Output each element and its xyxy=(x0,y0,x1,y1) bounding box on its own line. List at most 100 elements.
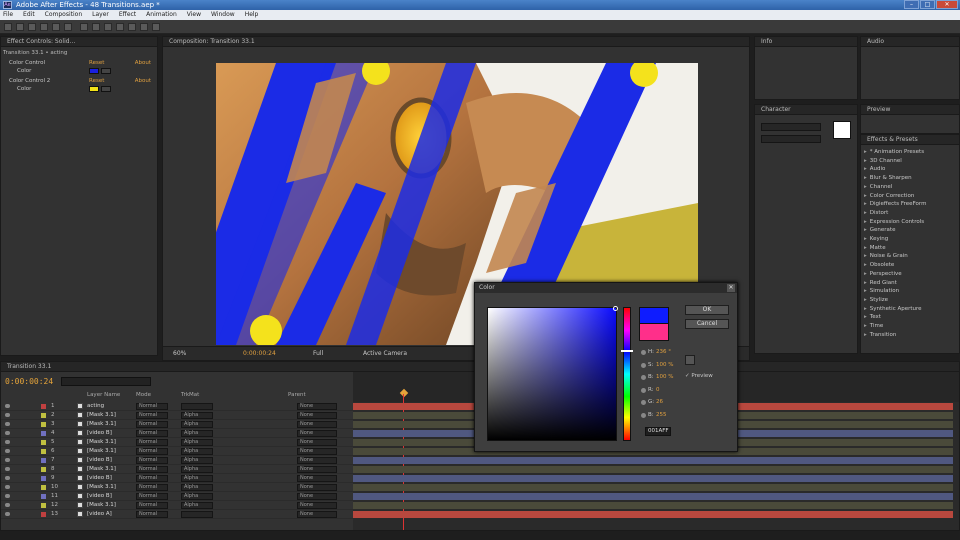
track-matte-dropdown[interactable]: Alpha xyxy=(181,457,213,464)
visibility-eye-icon[interactable] xyxy=(5,467,10,471)
parent-dropdown[interactable]: None xyxy=(297,448,337,455)
preset-item[interactable]: ▸ 3D Channel xyxy=(864,158,902,165)
preset-item[interactable]: ▸ Color Correction xyxy=(864,193,914,200)
color-mode-radio[interactable] xyxy=(641,412,646,418)
parent-dropdown[interactable]: None xyxy=(297,502,337,509)
menu-layer[interactable]: Layer xyxy=(92,10,109,20)
expand-triangle-icon[interactable]: ▸ xyxy=(864,236,867,242)
info-tab[interactable]: Info xyxy=(755,37,857,47)
layer-name[interactable]: [video A] xyxy=(87,510,112,518)
layer-name[interactable]: [video B] xyxy=(87,492,112,500)
expand-triangle-icon[interactable]: ▸ xyxy=(864,323,867,329)
visibility-eye-icon[interactable] xyxy=(5,485,10,489)
color-field-value[interactable]: 100 % xyxy=(656,374,673,380)
visibility-eye-icon[interactable] xyxy=(5,440,10,444)
color-field-value[interactable]: 255 xyxy=(656,412,667,418)
hex-input[interactable]: 001AFF xyxy=(645,427,671,436)
label-color-icon[interactable] xyxy=(41,413,46,418)
parent-dropdown[interactable]: None xyxy=(297,511,337,518)
visibility-eye-icon[interactable] xyxy=(5,476,10,480)
visibility-eye-icon[interactable] xyxy=(5,431,10,435)
layer-duration-bar[interactable] xyxy=(353,457,953,464)
layer-duration-bar[interactable] xyxy=(353,475,953,482)
preset-item[interactable]: ▸ Generate xyxy=(864,227,895,234)
hue-slider-handle[interactable] xyxy=(621,350,633,352)
hue-slider[interactable] xyxy=(621,307,633,441)
track-matte-dropdown[interactable]: Alpha xyxy=(181,412,213,419)
expand-triangle-icon[interactable]: ▸ xyxy=(864,149,867,155)
layer-name[interactable]: [Mask 3.1] xyxy=(87,438,116,446)
color-field-value[interactable]: 0 xyxy=(656,387,660,393)
visibility-eye-icon[interactable] xyxy=(5,458,10,462)
expand-triangle-icon[interactable]: ▸ xyxy=(864,210,867,216)
audio-tab[interactable]: Audio xyxy=(861,37,959,47)
parent-dropdown[interactable]: None xyxy=(297,403,337,410)
label-color-icon[interactable] xyxy=(41,431,46,436)
parent-dropdown[interactable]: None xyxy=(297,412,337,419)
expand-triangle-icon[interactable]: ▸ xyxy=(864,271,867,277)
parent-dropdown[interactable]: None xyxy=(297,475,337,482)
preset-item[interactable]: ▸ Digieffects FreeForm xyxy=(864,201,926,208)
layer-row[interactable]: 1 acting Normal None xyxy=(1,402,353,411)
selection-tool-icon[interactable] xyxy=(4,23,12,31)
effect-reset-link[interactable]: Reset xyxy=(89,77,104,85)
expand-triangle-icon[interactable]: ▸ xyxy=(864,288,867,294)
preset-item[interactable]: ▸ * Animation Presets xyxy=(864,149,924,156)
composition-tab[interactable]: Composition: Transition 33.1 xyxy=(163,37,749,47)
expand-triangle-icon[interactable]: ▸ xyxy=(864,332,867,338)
preset-item[interactable]: ▸ Perspective xyxy=(864,271,902,278)
preview-tab[interactable]: Preview xyxy=(861,105,959,115)
color-swatch[interactable] xyxy=(89,68,99,74)
color-field-cursor[interactable] xyxy=(613,306,618,311)
color-mode-radio[interactable] xyxy=(641,362,646,368)
layer-row[interactable]: 9 [video B] Normal Alpha None xyxy=(1,474,353,483)
layer-name[interactable]: [Mask 3.1] xyxy=(87,483,116,491)
menu-effect[interactable]: Effect xyxy=(119,10,136,20)
eraser-tool-icon[interactable] xyxy=(140,23,148,31)
color-mode-radio[interactable] xyxy=(641,375,646,380)
preset-item[interactable]: ▸ Simulation xyxy=(864,288,899,295)
color-mode-radio[interactable] xyxy=(641,387,646,393)
font-style-dropdown[interactable] xyxy=(761,135,821,143)
visibility-eye-icon[interactable] xyxy=(5,512,10,516)
effect-reset-link[interactable]: Reset xyxy=(89,59,104,67)
blend-mode-dropdown[interactable]: Normal xyxy=(136,448,168,455)
label-color-icon[interactable] xyxy=(41,503,46,508)
expand-triangle-icon[interactable]: ▸ xyxy=(864,314,867,320)
effect-controls-tab[interactable]: Effect Controls: Solid... xyxy=(1,37,157,47)
expand-triangle-icon[interactable]: ▸ xyxy=(864,166,867,172)
color-field[interactable] xyxy=(487,306,618,441)
cancel-button[interactable]: Cancel xyxy=(685,319,729,329)
preview-checkbox[interactable]: ✓ Preview xyxy=(685,373,713,379)
ok-button[interactable]: OK xyxy=(685,305,729,315)
effect-row-color-control-2[interactable]: Color Control 2 Reset About xyxy=(3,77,155,85)
eyedropper-icon[interactable] xyxy=(101,86,111,92)
pan-behind-tool-icon[interactable] xyxy=(64,23,72,31)
label-color-icon[interactable] xyxy=(41,476,46,481)
effect-row-color-control[interactable]: Color Control Reset About xyxy=(3,59,155,67)
track-matte-dropdown[interactable]: Alpha xyxy=(181,466,213,473)
comp-timecode[interactable]: 0:00:00:24 xyxy=(243,350,276,357)
camera-dropdown[interactable]: Active Camera xyxy=(363,350,407,357)
preset-item[interactable]: ▸ Time xyxy=(864,323,883,330)
timeline-search-input[interactable] xyxy=(61,377,151,386)
color-field-value[interactable]: 26 xyxy=(656,399,663,405)
color-field-value[interactable]: 100 % xyxy=(656,362,673,368)
expand-triangle-icon[interactable]: ▸ xyxy=(864,306,867,312)
expand-triangle-icon[interactable]: ▸ xyxy=(864,297,867,303)
expand-triangle-icon[interactable]: ▸ xyxy=(864,227,867,233)
layer-row[interactable]: 13 [video A] Normal None xyxy=(1,510,353,519)
eyedropper-icon[interactable] xyxy=(101,68,111,74)
effect-about-link[interactable]: About xyxy=(135,59,151,67)
track-matte-dropdown[interactable]: Alpha xyxy=(181,448,213,455)
expand-triangle-icon[interactable]: ▸ xyxy=(864,219,867,225)
layer-name[interactable]: [Mask 3.1] xyxy=(87,501,116,509)
zoom-tool-icon[interactable] xyxy=(28,23,36,31)
label-color-icon[interactable] xyxy=(41,440,46,445)
layer-name[interactable]: [Mask 3.1] xyxy=(87,420,116,428)
minimize-button[interactable]: – xyxy=(904,0,919,9)
expand-triangle-icon[interactable]: ▸ xyxy=(864,201,867,207)
expand-triangle-icon[interactable]: ▸ xyxy=(864,262,867,268)
track-matte-dropdown[interactable] xyxy=(181,511,213,518)
expand-triangle-icon[interactable]: ▸ xyxy=(864,193,867,199)
